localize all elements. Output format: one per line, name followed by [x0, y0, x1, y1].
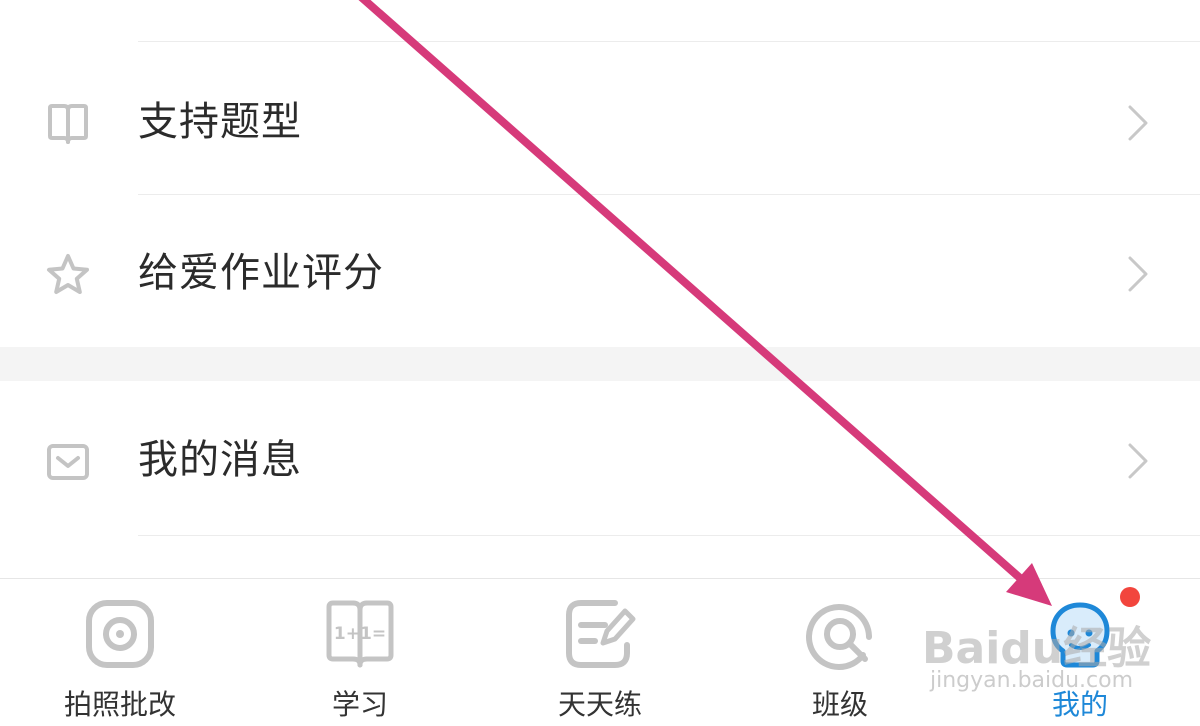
star-icon — [47, 254, 89, 294]
notification-badge — [1120, 587, 1140, 607]
menu-item-my-messages[interactable]: 我的消息 — [0, 405, 1200, 515]
divider — [138, 41, 1200, 42]
menu-item-question-types[interactable]: 支持题型 — [0, 67, 1200, 177]
book-icon — [48, 104, 88, 144]
practice-edit-icon — [566, 600, 636, 668]
tab-label: 天天练 — [557, 688, 642, 721]
math-book-icon: 1+1= — [326, 600, 394, 668]
settings-page: 支持题型 给爱作业评分 我的消息 拍照批改 1+1= 学习 天天练 班级 我的 … — [0, 0, 1200, 726]
watermark-url: jingyan.baidu.com — [930, 668, 1134, 693]
tab-study[interactable]: 1+1= 学习 — [240, 579, 480, 726]
menu-item-label: 我的消息 — [138, 437, 302, 483]
chevron-right-icon — [1128, 256, 1148, 292]
watermark-logo: Baidu经验 — [922, 623, 1152, 674]
tab-label: 班级 — [811, 688, 868, 721]
tab-label: 学习 — [331, 688, 388, 721]
tab-daily-practice[interactable]: 天天练 — [480, 579, 720, 726]
menu-item-label: 给爱作业评分 — [138, 250, 384, 296]
menu-item-label: 支持题型 — [138, 99, 302, 145]
camera-icon — [86, 600, 154, 668]
class-icon — [806, 604, 872, 670]
tab-label: 拍照批改 — [63, 688, 176, 721]
math-book-icon-text: 1+1= — [334, 624, 386, 644]
tab-photo-correction[interactable]: 拍照批改 — [0, 579, 240, 726]
section-gap — [0, 347, 1200, 381]
chevron-right-icon — [1128, 443, 1148, 479]
menu-item-rate-app[interactable]: 给爱作业评分 — [0, 218, 1200, 328]
chevron-right-icon — [1128, 105, 1148, 141]
mail-icon — [47, 444, 89, 480]
divider — [138, 194, 1200, 195]
divider — [138, 535, 1200, 536]
